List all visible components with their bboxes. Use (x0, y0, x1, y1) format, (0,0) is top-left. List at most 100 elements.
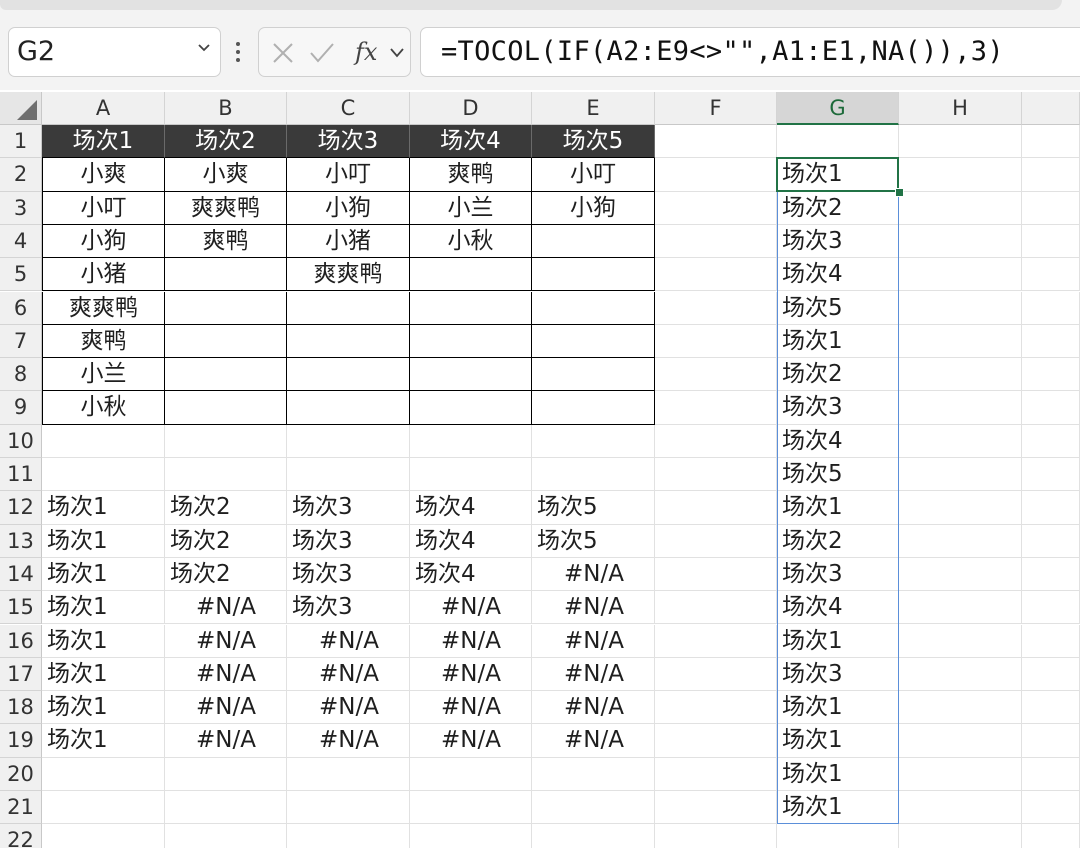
spill-cell[interactable]: 场次3 (777, 657, 899, 692)
name-box[interactable]: G2 (8, 27, 221, 77)
column-header-a[interactable]: A (42, 92, 165, 125)
empty-cell[interactable] (287, 458, 410, 492)
error-cell[interactable]: #N/A (532, 691, 655, 725)
row-header-10[interactable]: 10 (0, 424, 42, 458)
row-header-21[interactable]: 21 (0, 791, 42, 825)
empty-cell[interactable] (655, 391, 777, 425)
table-cell[interactable]: 爽爽鸭 (287, 258, 410, 292)
empty-cell[interactable] (165, 791, 287, 825)
empty-cell[interactable] (1022, 724, 1080, 758)
result-cell[interactable]: 场次4 (410, 524, 532, 558)
empty-cell[interactable] (777, 824, 899, 848)
spill-cell[interactable]: 场次2 (777, 524, 899, 558)
table-cell[interactable] (532, 258, 655, 292)
result-cell[interactable]: 场次3 (287, 524, 410, 558)
column-header-c[interactable]: C (287, 92, 410, 125)
table-cell[interactable] (410, 258, 532, 292)
row-header-13[interactable]: 13 (0, 524, 42, 558)
result-cell[interactable]: 场次1 (42, 691, 165, 725)
table-cell[interactable]: 小秋 (410, 224, 532, 259)
table-cell[interactable] (165, 324, 287, 359)
row-header-7[interactable]: 7 (0, 324, 42, 359)
table-cell[interactable] (532, 324, 655, 359)
result-cell[interactable]: 场次1 (42, 491, 165, 525)
row-header-12[interactable]: 12 (0, 491, 42, 525)
spill-cell[interactable]: 场次1 (777, 757, 899, 791)
result-cell[interactable]: 场次1 (42, 524, 165, 558)
error-cell[interactable]: #N/A (165, 624, 287, 658)
empty-cell[interactable] (655, 724, 777, 758)
empty-cell[interactable] (42, 424, 165, 458)
table-cell[interactable] (410, 291, 532, 325)
empty-cell[interactable] (287, 757, 410, 791)
spill-cell[interactable]: 场次1 (777, 324, 899, 359)
spill-cell[interactable]: 场次3 (777, 224, 899, 259)
empty-cell[interactable] (1022, 524, 1080, 558)
table-cell[interactable] (165, 391, 287, 425)
table-cell[interactable] (410, 358, 532, 392)
empty-cell[interactable] (899, 158, 1022, 192)
spill-cell[interactable]: 场次4 (777, 591, 899, 625)
empty-cell[interactable] (1022, 491, 1080, 525)
empty-cell[interactable] (655, 458, 777, 492)
table-cell[interactable] (287, 391, 410, 425)
empty-cell[interactable] (410, 424, 532, 458)
row-header-8[interactable]: 8 (0, 358, 42, 392)
result-cell[interactable]: 场次5 (532, 491, 655, 525)
row-header-9[interactable]: 9 (0, 391, 42, 425)
select-all-button[interactable] (0, 92, 42, 125)
empty-cell[interactable] (1022, 358, 1080, 392)
empty-cell[interactable] (899, 724, 1022, 758)
column-header-h[interactable]: H (899, 92, 1022, 125)
empty-cell[interactable] (1022, 824, 1080, 848)
row-header-19[interactable]: 19 (0, 724, 42, 758)
result-cell[interactable]: 场次2 (165, 524, 287, 558)
empty-cell[interactable] (655, 424, 777, 458)
column-header-d[interactable]: D (410, 92, 532, 125)
table-cell[interactable]: 爽鸭 (410, 158, 532, 192)
result-cell[interactable]: 场次3 (287, 491, 410, 525)
empty-cell[interactable] (899, 491, 1022, 525)
result-cell[interactable]: 场次4 (410, 491, 532, 525)
empty-cell[interactable] (42, 458, 165, 492)
table-cell[interactable] (532, 391, 655, 425)
error-cell[interactable]: #N/A (287, 724, 410, 758)
empty-cell[interactable] (899, 557, 1022, 592)
error-cell[interactable]: #N/A (532, 724, 655, 758)
result-cell[interactable]: 场次1 (42, 624, 165, 658)
error-cell[interactable]: #N/A (410, 591, 532, 625)
empty-cell[interactable] (899, 324, 1022, 359)
error-cell[interactable]: #N/A (410, 624, 532, 658)
table-cell[interactable]: 小秋 (42, 391, 165, 425)
empty-cell[interactable] (1022, 757, 1080, 791)
result-cell[interactable]: 场次2 (165, 557, 287, 592)
empty-cell[interactable] (532, 757, 655, 791)
row-header-1[interactable]: 1 (0, 125, 42, 159)
empty-cell[interactable] (1022, 224, 1080, 259)
row-header-15[interactable]: 15 (0, 591, 42, 625)
error-cell[interactable]: #N/A (165, 691, 287, 725)
spill-cell[interactable]: 场次1 (777, 791, 899, 825)
empty-cell[interactable] (1022, 125, 1080, 159)
empty-cell[interactable] (1022, 324, 1080, 359)
error-cell[interactable]: #N/A (410, 691, 532, 725)
empty-cell[interactable] (899, 125, 1022, 159)
empty-cell[interactable] (899, 191, 1022, 225)
empty-cell[interactable] (1022, 424, 1080, 458)
name-box-value[interactable]: G2 (17, 36, 55, 67)
empty-cell[interactable] (655, 791, 777, 825)
result-cell[interactable]: 场次4 (410, 557, 532, 592)
row-header-5[interactable]: 5 (0, 258, 42, 292)
error-cell[interactable]: #N/A (165, 591, 287, 625)
empty-cell[interactable] (655, 557, 777, 592)
empty-cell[interactable] (532, 824, 655, 848)
empty-cell[interactable] (655, 657, 777, 692)
spill-cell[interactable]: 场次1 (777, 158, 899, 192)
empty-cell[interactable] (165, 824, 287, 848)
result-cell[interactable]: 场次1 (42, 591, 165, 625)
table-cell[interactable] (287, 324, 410, 359)
column-header-e[interactable]: E (532, 92, 655, 125)
row-header-20[interactable]: 20 (0, 757, 42, 791)
empty-cell[interactable] (1022, 624, 1080, 658)
worksheet-grid[interactable]: A B C D E F G H 1 2 3 4 5 6 7 8 9 10 11 12 13 14 15 16 17 18 19 20 2… (0, 92, 1080, 848)
